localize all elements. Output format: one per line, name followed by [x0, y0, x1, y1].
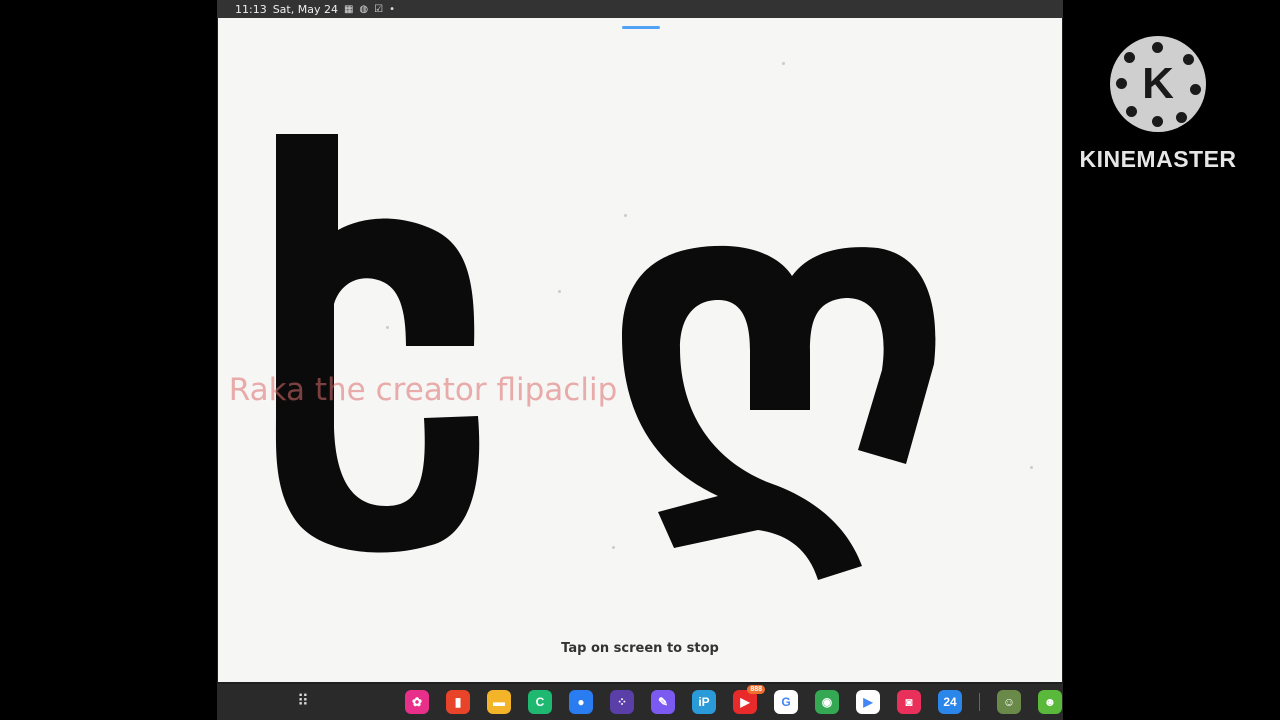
- kinemaster-watermark: K KINEMASTER: [1070, 36, 1246, 173]
- status-time: 11:13: [235, 2, 267, 16]
- ibis-paint-app-icon[interactable]: iP: [692, 690, 716, 714]
- youtube-app-icon[interactable]: ▶ 888: [733, 685, 765, 714]
- kinemaster-name: KINEMASTER: [1079, 146, 1237, 172]
- pen-app-icon[interactable]: ✎: [651, 690, 675, 714]
- google-app-icon[interactable]: G: [774, 690, 798, 714]
- screen-recorder-app-icon[interactable]: ◙: [897, 690, 921, 714]
- tap-to-stop-hint: Tap on screen to stop: [561, 641, 719, 656]
- khmer-glyphs: [275, 134, 936, 580]
- messages-app-icon[interactable]: ●: [569, 690, 593, 714]
- glyph-loop-tail: [622, 245, 936, 580]
- dock-divider: [979, 693, 980, 711]
- recording-canvas[interactable]: Raka the creator flipaclip Tap on screen…: [218, 18, 1062, 682]
- files-app-icon[interactable]: ▬: [487, 690, 511, 714]
- kinemaster-logo-icon: K: [1110, 36, 1206, 132]
- gallery-notification-icon: ▦: [343, 3, 354, 15]
- tablet-screen: 11:13 Sat, May 24 ▦ ◍ ☑ • Raka the creat…: [217, 0, 1063, 720]
- logo-letter: K: [1142, 59, 1174, 108]
- more-dot-icon: •: [389, 3, 396, 15]
- status-bar: 11:13 Sat, May 24 ▦ ◍ ☑ •: [217, 0, 1063, 18]
- notification-badge: 888: [747, 685, 765, 694]
- taskbar: ⠿ ✿ ▮ ▬ C ● ⁘ ✎ iP ▶ 888 G ◉ ▶ ◙ 24 ☺ ☻: [217, 684, 1063, 720]
- calendar-app-icon[interactable]: 24: [938, 690, 962, 714]
- play-store-app-icon[interactable]: ▶: [856, 690, 880, 714]
- check-notification-icon: ☑: [374, 3, 384, 15]
- apps-grid-icon[interactable]: ⠿: [293, 692, 313, 712]
- messenger-notification-icon: ◍: [359, 3, 369, 15]
- app-dock: ✿ ▮ ▬ C ● ⁘ ✎ iP ▶ 888 G ◉ ▶ ◙ 24 ☺ ☻: [405, 685, 1062, 714]
- avatar-app-icon[interactable]: ☺: [997, 690, 1021, 714]
- status-date: Sat, May 24: [272, 2, 338, 16]
- flower-app-icon[interactable]: ✿: [405, 690, 429, 714]
- capcut-app-icon[interactable]: C: [528, 690, 552, 714]
- flipaclip-app-icon[interactable]: ▮: [446, 690, 470, 714]
- multi-app-icon[interactable]: ⁘: [610, 690, 634, 714]
- android-app-icon[interactable]: ☻: [1038, 690, 1062, 714]
- maps-app-icon[interactable]: ◉: [815, 690, 839, 714]
- glyph-stem-bowl: [275, 134, 480, 553]
